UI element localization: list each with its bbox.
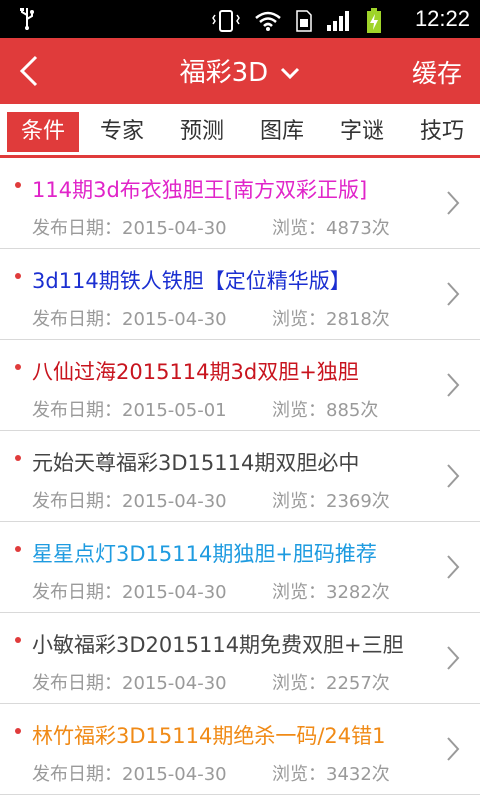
view-count: 浏览：3282次 xyxy=(272,582,390,603)
bullet-dot xyxy=(15,364,21,370)
article-meta: 发布日期：2015-04-30 浏览：2257次 xyxy=(32,669,390,695)
chevron-right-icon xyxy=(446,372,460,402)
publish-date: 发布日期：2015-04-30 xyxy=(32,582,227,603)
wifi-icon xyxy=(254,10,282,36)
chevron-right-icon xyxy=(446,281,460,311)
publish-date: 发布日期：2015-04-30 xyxy=(32,218,227,239)
cache-button[interactable]: 缓存 xyxy=(412,54,462,90)
category-tabs: 条件 专家 预测 图库 字谜 技巧 xyxy=(0,104,480,158)
article-meta: 发布日期：2015-05-01 浏览：885次 xyxy=(32,396,378,422)
article-meta: 发布日期：2015-04-30 浏览：3432次 xyxy=(32,760,390,786)
usb-icon xyxy=(18,7,36,35)
list-item[interactable]: 林竹福彩3D15114期绝杀一码/24错1 发布日期：2015-04-30 浏览… xyxy=(0,704,480,795)
view-count: 浏览：3432次 xyxy=(272,764,390,785)
publish-date: 发布日期：2015-04-30 xyxy=(32,764,227,785)
list-item[interactable]: 元始天尊福彩3D15114期双胆必中 发布日期：2015-04-30 浏览：23… xyxy=(0,431,480,522)
battery-charging-icon xyxy=(366,8,382,38)
article-title: 星星点灯3D15114期独胆+胆码推荐 xyxy=(32,542,377,566)
publish-date: 发布日期：2015-04-30 xyxy=(32,673,227,694)
article-title: 3d114期铁人铁胆【定位精华版】 xyxy=(32,269,351,293)
chevron-right-icon xyxy=(446,190,460,220)
publish-date: 发布日期：2015-04-30 xyxy=(32,309,227,330)
article-meta: 发布日期：2015-04-30 浏览：4873次 xyxy=(32,214,390,240)
chevron-down-icon xyxy=(280,59,300,89)
bullet-dot xyxy=(15,455,21,461)
chevron-right-icon xyxy=(446,463,460,493)
view-count: 浏览：885次 xyxy=(272,400,379,421)
sim-card-icon xyxy=(296,10,312,36)
page-title: 福彩3D xyxy=(179,58,269,88)
publish-date: 发布日期：2015-04-30 xyxy=(32,491,227,512)
bullet-dot xyxy=(15,637,21,643)
vibrate-icon xyxy=(212,10,240,36)
list-item[interactable]: 3d114期铁人铁胆【定位精华版】 发布日期：2015-04-30 浏览：281… xyxy=(0,249,480,340)
article-title: 114期3d布衣独胆王[南方双彩正版] xyxy=(32,178,368,202)
status-bar: 12:22 xyxy=(0,0,480,38)
article-title: 八仙过海2015114期3d双胆+独胆 xyxy=(32,360,359,384)
view-count: 浏览：2257次 xyxy=(272,673,390,694)
chevron-right-icon xyxy=(446,736,460,766)
chevron-right-icon xyxy=(446,645,460,675)
list-item[interactable]: 小敏福彩3D2015114期免费双胆+三胆 发布日期：2015-04-30 浏览… xyxy=(0,613,480,704)
bullet-dot xyxy=(15,182,21,188)
chevron-right-icon xyxy=(446,554,460,584)
view-count: 浏览：2818次 xyxy=(272,309,390,330)
article-title: 元始天尊福彩3D15114期双胆必中 xyxy=(32,451,360,475)
lottery-type-selector[interactable]: 福彩3D xyxy=(0,52,480,89)
tab-experts[interactable]: 专家 xyxy=(86,112,158,152)
bullet-dot xyxy=(15,728,21,734)
publish-date: 发布日期：2015-05-01 xyxy=(32,400,227,421)
bullet-dot xyxy=(15,273,21,279)
tab-conditions[interactable]: 条件 xyxy=(7,112,79,152)
clock: 12:22 xyxy=(414,6,470,31)
view-count: 浏览：2369次 xyxy=(272,491,390,512)
bullet-dot xyxy=(15,546,21,552)
tab-predictions[interactable]: 预测 xyxy=(166,112,238,152)
article-title: 林竹福彩3D15114期绝杀一码/24错1 xyxy=(32,724,386,748)
article-meta: 发布日期：2015-04-30 浏览：3282次 xyxy=(32,578,390,604)
tab-tips[interactable]: 技巧 xyxy=(406,112,478,152)
list-item[interactable]: 星星点灯3D15114期独胆+胆码推荐 发布日期：2015-04-30 浏览：3… xyxy=(0,522,480,613)
nav-bar: 福彩3D 缓存 xyxy=(0,38,480,104)
tab-riddles[interactable]: 字谜 xyxy=(326,112,398,152)
article-title: 小敏福彩3D2015114期免费双胆+三胆 xyxy=(32,633,404,657)
signal-icon xyxy=(326,10,352,36)
list-item[interactable]: 八仙过海2015114期3d双胆+独胆 发布日期：2015-05-01 浏览：8… xyxy=(0,340,480,431)
article-meta: 发布日期：2015-04-30 浏览：2369次 xyxy=(32,487,390,513)
tab-gallery[interactable]: 图库 xyxy=(246,112,318,152)
view-count: 浏览：4873次 xyxy=(272,218,390,239)
list-item[interactable]: 114期3d布衣独胆王[南方双彩正版] 发布日期：2015-04-30 浏览：4… xyxy=(0,158,480,249)
article-meta: 发布日期：2015-04-30 浏览：2818次 xyxy=(32,305,390,331)
article-list: 114期3d布衣独胆王[南方双彩正版] 发布日期：2015-04-30 浏览：4… xyxy=(0,158,480,795)
